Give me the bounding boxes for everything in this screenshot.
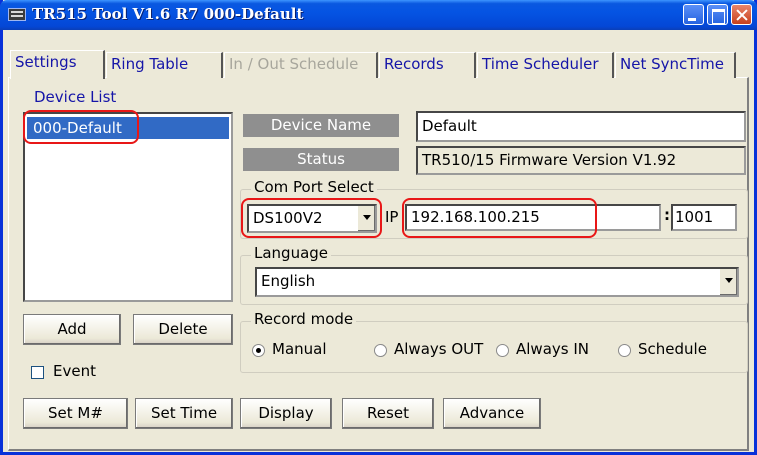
radio-always-in-label: Always IN — [516, 340, 589, 358]
language-select[interactable]: English — [255, 267, 739, 297]
tab-settings[interactable]: Settings — [10, 50, 105, 79]
delete-button[interactable]: Delete — [133, 314, 233, 345]
set-m-button[interactable]: Set M# — [23, 398, 128, 429]
port-number-input[interactable]: 1001 — [671, 204, 737, 231]
language-legend: Language — [251, 244, 332, 262]
radio-manual-label: Manual — [272, 340, 327, 358]
minimize-icon[interactable] — [683, 4, 704, 25]
chevron-down-icon[interactable] — [719, 269, 737, 295]
set-time-button[interactable]: Set Time — [135, 398, 233, 429]
reset-button[interactable]: Reset — [342, 398, 434, 429]
language-value: English — [261, 272, 316, 290]
device-name-input[interactable]: Default — [416, 111, 746, 142]
event-label: Event — [53, 362, 96, 380]
tab-records[interactable]: Records — [379, 52, 476, 78]
status-label: Status — [243, 148, 399, 171]
com-port-legend: Com Port Select — [251, 178, 377, 196]
device-name-label: Device Name — [243, 114, 399, 137]
app-icon — [8, 8, 26, 21]
advance-button[interactable]: Advance — [443, 398, 541, 429]
radio-schedule[interactable] — [618, 344, 631, 357]
list-item[interactable]: 000-Default — [27, 117, 229, 139]
radio-schedule-label: Schedule — [638, 340, 707, 358]
tab-in-out-schedule: In / Out Schedule — [224, 52, 378, 78]
radio-always-in[interactable] — [496, 344, 509, 357]
status-value: TR510/15 Firmware Version V1.92 — [416, 146, 746, 175]
device-list-label: Device List — [34, 88, 117, 106]
com-port-select[interactable]: DS100V2 — [247, 204, 377, 233]
title-bar[interactable]: TR515 Tool V1.6 R7 000-Default — [0, 0, 757, 30]
window-title: TR515 Tool V1.6 R7 000-Default — [32, 5, 304, 23]
com-port-value: DS100V2 — [253, 209, 323, 227]
ip-address-input[interactable]: 192.168.100.215 — [405, 204, 661, 231]
radio-always-out-label: Always OUT — [394, 340, 484, 358]
maximize-icon[interactable] — [707, 4, 728, 25]
port-separator: : — [664, 206, 670, 224]
tab-time-scheduler[interactable]: Time Scheduler — [477, 52, 614, 78]
tab-ring-table[interactable]: Ring Table — [106, 52, 223, 78]
record-mode-legend: Record mode — [251, 310, 357, 328]
radio-manual[interactable] — [252, 344, 265, 357]
add-button[interactable]: Add — [23, 314, 121, 345]
event-checkbox[interactable] — [31, 366, 44, 379]
tab-net-synctime[interactable]: Net SyncTime — [615, 52, 736, 78]
display-button[interactable]: Display — [240, 398, 332, 429]
ip-label: IP — [385, 208, 399, 226]
radio-always-out[interactable] — [374, 344, 387, 357]
device-listbox[interactable]: 000-Default — [23, 112, 233, 302]
chevron-down-icon[interactable] — [357, 206, 375, 231]
close-icon[interactable] — [731, 4, 752, 25]
